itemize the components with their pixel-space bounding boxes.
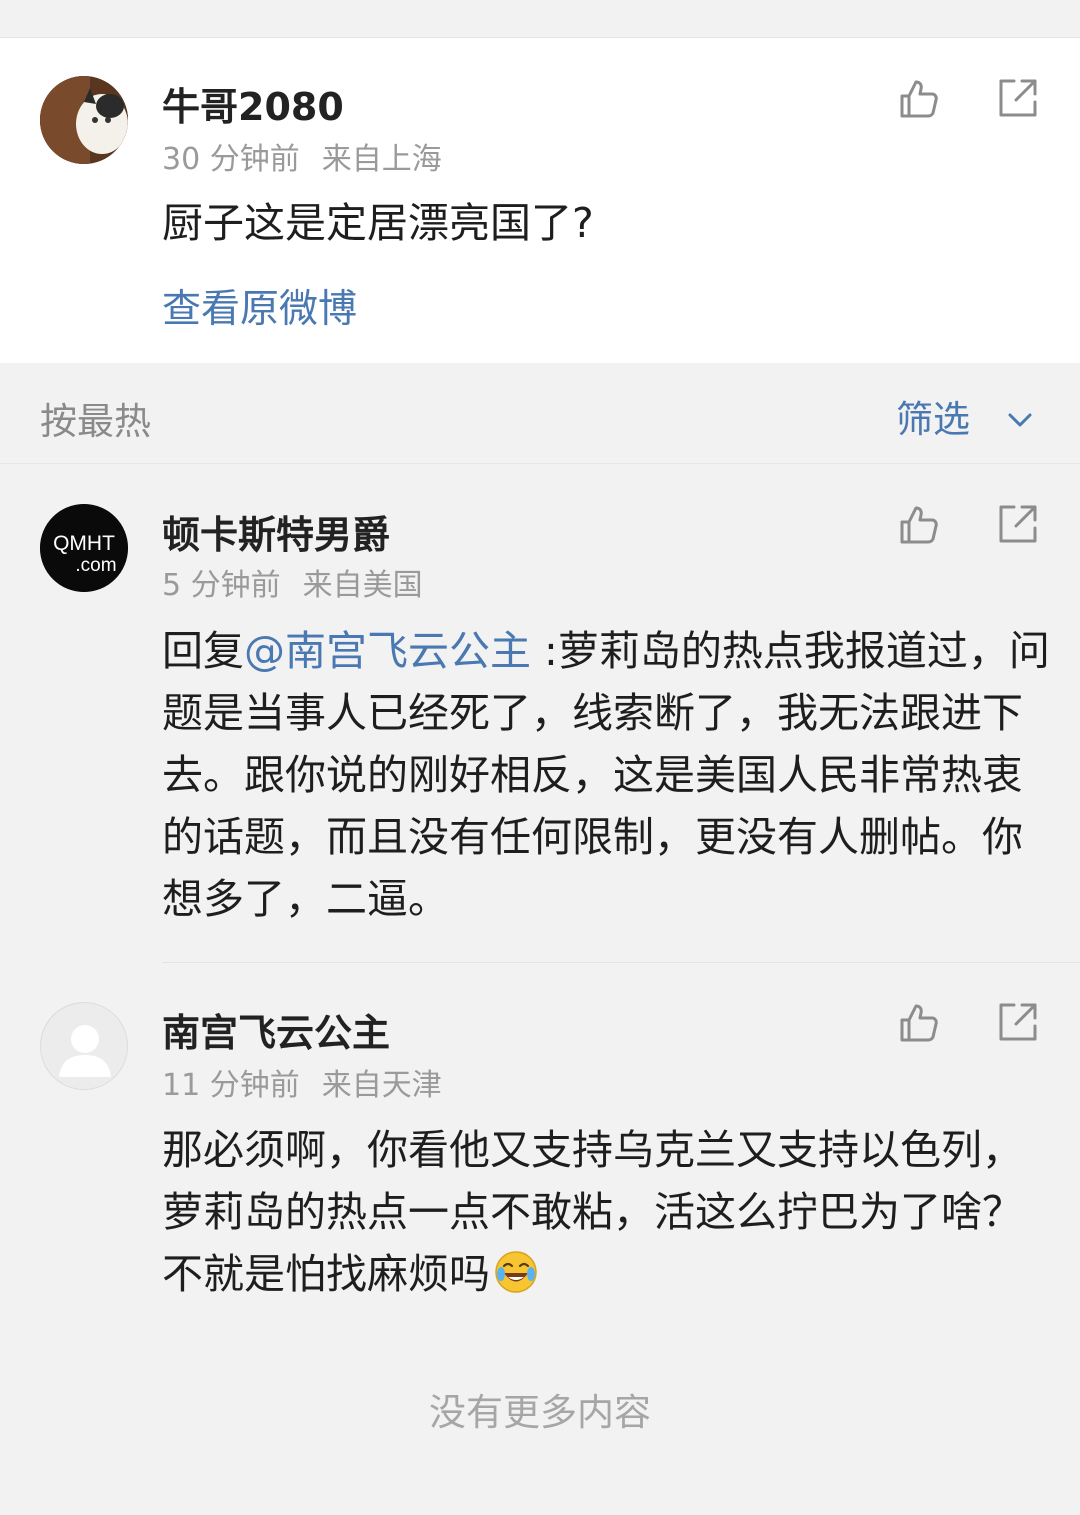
top-strip bbox=[0, 0, 1080, 38]
comment-author-avatar[interactable] bbox=[40, 1002, 128, 1090]
sort-bar: 按最热 筛选 bbox=[0, 363, 1080, 463]
share-icon[interactable] bbox=[996, 76, 1040, 120]
comment-author-name[interactable]: 南宫飞云公主 bbox=[162, 1002, 390, 1057]
qmht-logo-avatar: QMHT .com bbox=[40, 504, 128, 592]
mention-link[interactable]: @南宫飞云公主 bbox=[244, 627, 531, 675]
like-icon[interactable] bbox=[896, 502, 940, 546]
filter-label: 筛选 bbox=[896, 398, 970, 441]
original-post: 牛哥2080 30 分钟前 来自上海 厨子这是定居漂亮国了? 查看原微博 bbox=[0, 38, 1080, 363]
reply-prefix: 回复 bbox=[162, 627, 244, 675]
comment-time: 11 分钟前 bbox=[162, 1068, 300, 1103]
comment-text: 那必须啊，你看他又支持乌克兰又支持以色列，萝莉岛的热点一点不敢粘，活这么拧巴为了… bbox=[162, 1119, 1052, 1305]
like-icon[interactable] bbox=[896, 76, 940, 120]
comment-text: 回复@南宫飞云公主 :萝莉岛的热点我报道过，问题是当事人已经死了，线索断了，我无… bbox=[162, 620, 1052, 930]
chevron-down-icon bbox=[1008, 413, 1032, 427]
svg-text:.com: .com bbox=[75, 555, 116, 576]
default-avatar-icon bbox=[41, 1003, 127, 1089]
comment-author-avatar[interactable]: QMHT .com bbox=[40, 504, 128, 592]
share-icon[interactable] bbox=[996, 502, 1040, 546]
laugh-cry-emoji-icon bbox=[495, 1251, 537, 1293]
comment-meta: 5 分钟前 来自美国 bbox=[162, 560, 423, 604]
comment-time: 5 分钟前 bbox=[162, 568, 281, 603]
post-text: 厨子这是定居漂亮国了? bbox=[162, 199, 594, 247]
view-original-link[interactable]: 查看原微博 bbox=[162, 278, 357, 334]
comment-location: 来自美国 bbox=[302, 568, 423, 603]
post-author-avatar[interactable] bbox=[40, 76, 128, 164]
comment-divider bbox=[162, 962, 1080, 963]
share-icon[interactable] bbox=[996, 1000, 1040, 1044]
post-time: 30 分钟前 bbox=[162, 142, 300, 177]
no-more-content: 没有更多内容 bbox=[429, 1391, 651, 1434]
svg-text:QMHT: QMHT bbox=[53, 532, 115, 555]
filter-button[interactable]: 筛选 bbox=[896, 389, 1036, 443]
like-icon[interactable] bbox=[896, 1000, 940, 1044]
cat-avatar-image bbox=[40, 76, 128, 164]
comment-meta: 11 分钟前 来自天津 bbox=[162, 1060, 442, 1104]
post-meta: 30 分钟前 来自上海 bbox=[162, 134, 442, 178]
comment-body: 那必须啊，你看他又支持乌克兰又支持以色列，萝莉岛的热点一点不敢粘，活这么拧巴为了… bbox=[162, 1126, 1023, 1298]
comment-author-name[interactable]: 顿卡斯特男爵 bbox=[162, 504, 390, 559]
comment-location: 来自天津 bbox=[321, 1068, 442, 1103]
post-location: 来自上海 bbox=[321, 142, 442, 177]
sort-hot-label[interactable]: 按最热 bbox=[40, 391, 151, 445]
comment-list: QMHT .com 顿卡斯特男爵 5 分钟前 来自美国 回复@南宫飞云公主 :萝莉… bbox=[0, 463, 1080, 1515]
post-author-name[interactable]: 牛哥2080 bbox=[162, 76, 344, 131]
